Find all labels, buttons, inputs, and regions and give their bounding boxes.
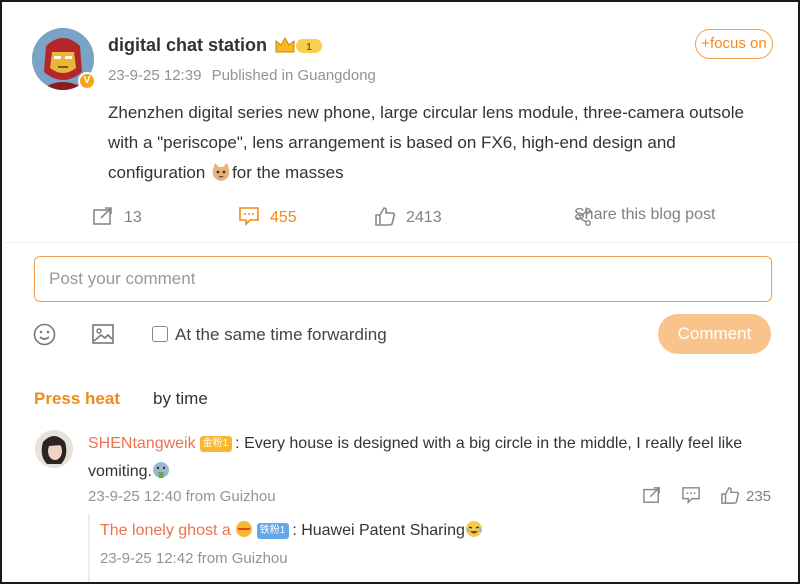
like-action[interactable]: 2413 [374,206,442,227]
forward-checkbox[interactable] [152,326,168,342]
verified-badge-icon: V [78,72,96,90]
comment-like-count: 235 [746,488,772,505]
fan-badge: 金粉1 [199,436,233,452]
comment-submit-button[interactable]: Comment [658,314,771,354]
comment-item: SHENtangweik 金粉1: Every house is designed… [88,430,778,486]
share-action[interactable]: Share this blog post [574,206,716,226]
commenter-avatar[interactable] [35,430,73,468]
weibo-post-card: V digital chat station 1 23-9-25 12:39 P… [0,0,800,584]
comment-icon [239,207,259,226]
post-text-main: Zhenzhen digital series new phone, large… [108,103,744,182]
share-label: Share this blog post [574,206,716,223]
like-count: 2413 [406,209,442,226]
laughing-emoji-icon [465,521,482,537]
emoji-picker-icon[interactable] [33,323,56,346]
forward-action[interactable]: 13 [92,206,142,227]
comment-like-button[interactable]: 235 [720,486,771,505]
comment-count: 455 [270,209,297,226]
comment-meta: 23-9-25 12:40 from Guizhou [88,488,276,505]
comment-username[interactable]: SHENtangweik [88,435,196,452]
forward-icon [93,207,112,225]
share-icon [575,208,591,226]
comment-input[interactable] [34,256,772,302]
crown-level-icon: 1 [275,36,322,53]
post-location: Published in Guangdong [211,67,376,84]
comment-forward-icon[interactable] [642,486,662,504]
thumbs-up-icon [375,207,396,226]
comment-thumbs-up-icon [721,487,740,504]
tab-press-heat[interactable]: Press heat [34,389,120,409]
vomit-emoji-icon [153,462,170,478]
reply-text: : Huawei Patent Sharing [292,522,465,539]
follow-button[interactable]: +focus on [695,29,773,59]
cat-emoji-icon [212,163,230,181]
reply-fan-badge: 铁粉1 [256,523,290,539]
forward-count: 13 [124,209,142,226]
reply-thread-bar [88,514,90,582]
reply-username[interactable]: The lonely ghost a [100,522,231,539]
post-meta: 23-9-25 12:39 Published in Guangdong [108,67,382,84]
author-name[interactable]: digital chat station [108,35,267,56]
post-text-tail: for the masses [232,163,344,182]
comment-action[interactable]: 455 [238,206,297,227]
reply-meta: 23-9-25 12:42 from Guizhou [100,550,288,567]
comment-reply-icon[interactable] [681,486,701,504]
forward-checkbox-label[interactable]: At the same time forwarding [175,325,387,345]
reply-item: The lonely ghost a 铁粉1: Huawei Patent Sh… [100,519,483,543]
level-number: 1 [306,42,312,53]
image-upload-icon[interactable] [91,323,115,345]
post-timestamp[interactable]: 23-9-25 12:39 [108,67,201,84]
reply-user-emoji-icon [235,521,252,537]
post-body: Zhenzhen digital series new phone, large… [108,98,768,188]
tab-by-time[interactable]: by time [153,389,208,409]
post-action-bar: 13 455 2413 Share this blog post [2,202,798,234]
section-divider [4,242,798,243]
